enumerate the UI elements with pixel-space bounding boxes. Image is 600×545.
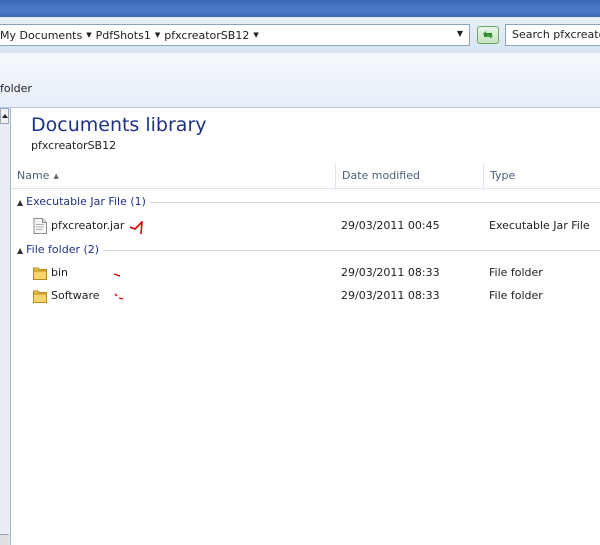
breadcrumb-arrow-icon[interactable]: ▼ [155,27,160,43]
command-bar: folder [0,53,600,108]
folder-type: File folder [489,289,543,302]
folder-date: 29/03/2011 08:33 [341,289,440,302]
column-date-label: Date modified [342,169,420,182]
file-type: Executable Jar File [489,219,590,232]
breadcrumb-pfxcreatorsb12[interactable]: pfxcreatorSB12 [164,28,249,44]
breadcrumb: My Documents ▼ PdfShots1 ▼ pfxcreatorSB12 ▼ [0,28,263,44]
group-label: File folder (2) [26,243,100,256]
scroll-up-arrow-icon[interactable] [0,108,9,124]
refresh-button[interactable] [477,26,499,44]
scrollbar-bottom[interactable] [0,534,9,545]
library-subtitle: pfxcreatorSB12 [31,139,117,152]
red-mark-annotation [113,273,121,277]
folder-date: 29/03/2011 08:33 [341,266,440,279]
address-history-dropdown-icon[interactable]: ▼ [457,29,463,38]
collapse-group-icon[interactable]: ▲ [17,198,23,207]
window-title-bar [0,0,600,17]
group-label: Executable Jar File (1) [26,195,146,208]
jar-file-icon [33,218,47,234]
breadcrumb-arrow-icon[interactable]: ▼ [86,27,91,43]
folder-name: Software [51,289,100,302]
list-item[interactable]: Software 29/03/2011 08:33 File folder [11,285,600,307]
breadcrumb-my-documents[interactable]: My Documents [0,28,82,44]
column-headers: Name ▲ Date modified Type [11,164,600,189]
column-header-name[interactable]: Name ▲ [11,164,336,188]
column-name-label: Name [17,169,50,182]
column-header-date-modified[interactable]: Date modified [336,164,484,188]
new-folder-button[interactable]: folder [0,82,32,95]
file-name: pfxcreator.jar [51,219,125,232]
sort-ascending-icon: ▲ [53,172,59,180]
collapse-group-icon[interactable]: ▲ [17,246,23,255]
folder-icon [33,290,47,303]
search-input[interactable]: Search pfxcreator [505,24,600,46]
group-divider [150,202,600,203]
column-header-type[interactable]: Type [484,164,600,188]
column-type-label: Type [490,169,516,182]
folder-type: File folder [489,266,543,279]
address-bar[interactable]: My Documents ▼ PdfShots1 ▼ pfxcreatorSB12 ▼ ▼ [0,24,470,46]
breadcrumb-pdfshots1[interactable]: PdfShots1 [96,28,151,44]
red-mark-annotation [114,293,124,300]
navigation-pane [0,108,11,545]
address-bar-row: My Documents ▼ PdfShots1 ▼ pfxcreatorSB12 ▼ ▼… [0,17,600,53]
refresh-icon [483,31,493,39]
red-checkmark-annotation [129,221,143,235]
library-title: Documents library [31,114,207,136]
file-date: 29/03/2011 00:45 [341,219,440,232]
group-header-executable-jar[interactable]: ▲ Executable Jar File (1) [17,194,146,210]
list-item[interactable]: pfxcreator.jar 29/03/2011 00:45 Executab… [11,215,600,237]
breadcrumb-arrow-icon[interactable]: ▼ [253,27,258,43]
group-header-file-folder[interactable]: ▲ File folder (2) [17,242,99,258]
list-item[interactable]: bin 29/03/2011 08:33 File folder [11,262,600,284]
group-divider [103,250,600,251]
folder-name: bin [51,266,69,279]
folder-icon [33,267,47,280]
